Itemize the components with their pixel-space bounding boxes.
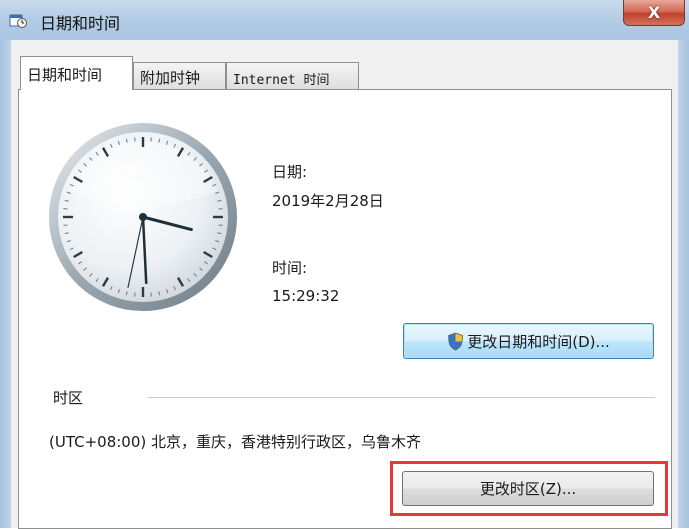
- highlight-box: [390, 461, 668, 516]
- window-frame-right: [678, 40, 689, 528]
- change-date-time-label: 更改日期和时间(D)...: [467, 331, 610, 352]
- title-bar: 日期和时间: [0, 0, 689, 41]
- window-title: 日期和时间: [40, 10, 120, 34]
- time-value: 15:29:32: [272, 287, 339, 305]
- tab-date-time[interactable]: 日期和时间: [20, 56, 133, 90]
- timezone-value: (UTC+08:00) 北京，重庆，香港特别行政区，乌鲁木齐: [49, 431, 421, 452]
- close-icon: X: [648, 3, 660, 22]
- clock-center: [139, 213, 147, 221]
- change-date-time-button[interactable]: 更改日期和时间(D)...: [403, 323, 654, 359]
- timezone-label: 时区: [53, 387, 83, 408]
- window-frame-left: [0, 40, 11, 528]
- date-time-icon: [9, 12, 27, 28]
- tab-additional-clocks[interactable]: 附加时钟: [133, 62, 226, 89]
- time-label: 时间:: [272, 257, 307, 278]
- date-label: 日期:: [272, 161, 307, 182]
- timezone-divider: [148, 397, 655, 398]
- tab-internet-time[interactable]: Internet 时间: [226, 62, 359, 89]
- analog-clock: [47, 121, 239, 313]
- close-button[interactable]: X: [623, 0, 685, 26]
- uac-shield-icon: [447, 332, 464, 351]
- date-value: 2019年2月28日: [272, 190, 384, 211]
